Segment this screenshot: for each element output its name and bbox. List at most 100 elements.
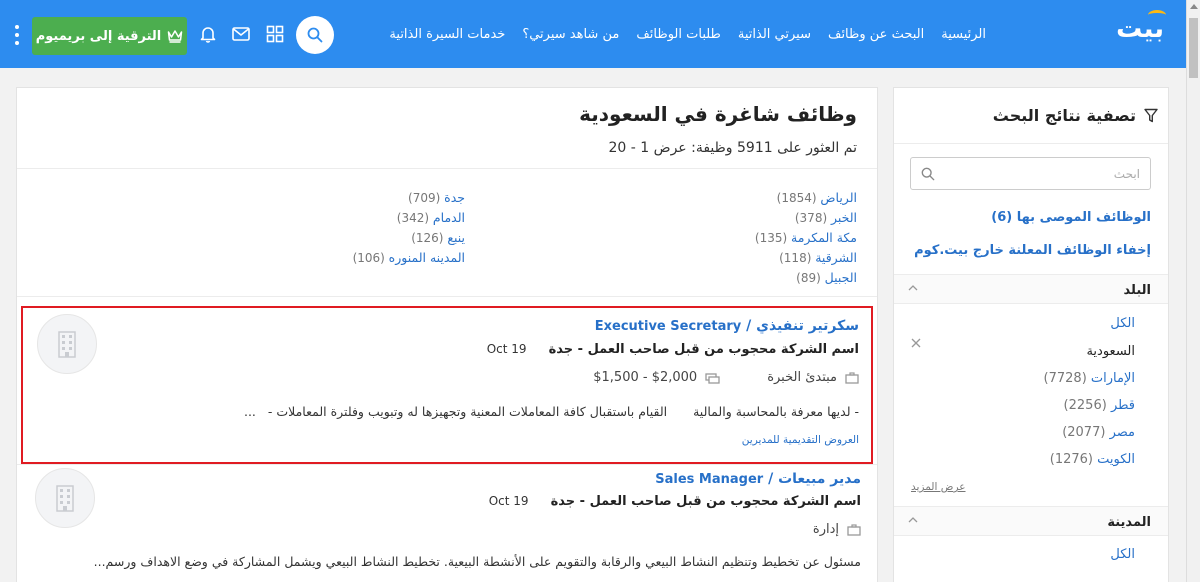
company-location: اسم الشركة محجوب من قبل صاحب العمل - جدة — [548, 342, 859, 357]
country-filter-label: البلد — [1123, 283, 1151, 298]
clear-filter-close-icon[interactable] — [910, 337, 922, 349]
city-item[interactable]: المدينه المنوره (106) — [353, 248, 465, 268]
scroll-up-arrow-icon[interactable] — [1190, 4, 1198, 9]
page-scrollbar[interactable] — [1186, 0, 1200, 582]
country-option-qatar[interactable]: قطر (2256) — [1064, 398, 1135, 413]
grid-icon — [266, 25, 284, 43]
country-name[interactable]: الكويت — [1097, 452, 1135, 467]
notifications-button[interactable] — [198, 24, 218, 44]
search-button[interactable] — [296, 16, 334, 54]
job-title-ar[interactable]: مدير مبيعات — [778, 471, 861, 487]
city-item[interactable]: الدمام (342) — [353, 208, 465, 228]
filter-icon — [1144, 108, 1158, 123]
city-filter-label: المدينة — [1107, 515, 1151, 530]
top-navbar: بيت الرئيسية البحث عن وظائف سيرتي الذاتي… — [0, 0, 1186, 68]
crown-icon — [168, 30, 183, 43]
job-title-en[interactable]: Executive Secretary — [595, 319, 742, 334]
nav-link-applications[interactable]: طلبات الوظائف — [636, 27, 721, 42]
page-title: وظائف شاغرة في السعودية — [579, 102, 857, 126]
city-option-all[interactable]: الكل — [1110, 547, 1135, 562]
nav-link-job-search[interactable]: البحث عن وظائف — [828, 27, 924, 42]
job-desc-point-1: لديها معرفة بالمحاسبة والمالية — [693, 404, 851, 419]
city-link[interactable]: الجبيل — [825, 270, 857, 285]
show-more-countries-link[interactable]: عرض المزيد — [911, 481, 966, 493]
nav-link-cv-services[interactable]: خدمات السيرة الذاتية — [389, 27, 505, 42]
city-link[interactable]: الشرقية — [815, 250, 857, 265]
building-icon — [58, 331, 76, 358]
job-card-sales-manager[interactable]: مدير مبيعات / Sales Manager اسم الشركة م… — [21, 464, 873, 582]
recommended-jobs-link[interactable]: الوظائف الموصى بها (6) — [991, 210, 1151, 225]
bell-icon — [200, 27, 216, 43]
city-link[interactable]: الخبر — [831, 210, 857, 225]
results-panel: وظائف شاغرة في السعودية تم العثور على 59… — [16, 87, 878, 582]
city-count: (378) — [794, 211, 828, 225]
city-link[interactable]: مكة المكرمة — [791, 230, 857, 245]
bayt-logo[interactable]: بيت — [1116, 10, 1166, 44]
job-related-link[interactable]: العروض التقديمية للمديرين — [742, 434, 859, 446]
city-count: (709) — [408, 191, 441, 205]
company-logo — [35, 468, 95, 528]
messages-button[interactable] — [231, 24, 251, 44]
city-link[interactable]: الرياض — [820, 190, 857, 205]
sidebar-divider — [894, 143, 1168, 144]
header-divider — [17, 168, 877, 169]
nav-link-who-viewed-cv[interactable]: من شاهد سيرتي؟ — [522, 27, 619, 42]
job-title[interactable]: مدير مبيعات / Sales Manager — [655, 471, 861, 487]
city-link[interactable]: المدينه المنوره — [389, 250, 465, 265]
job-card-executive-secretary[interactable]: سكرتير تنفيذي / Executive Secretary اسم … — [21, 306, 873, 464]
city-item[interactable]: الخبر (378) — [755, 208, 857, 228]
job-title-ar[interactable]: سكرتير تنفيذي — [756, 318, 859, 334]
country-name[interactable]: الإمارات — [1091, 371, 1135, 386]
logo-swoosh-icon — [1148, 10, 1166, 20]
filter-search-input[interactable]: ابحث — [910, 157, 1151, 190]
chevron-up-icon[interactable] — [908, 283, 918, 293]
job-description: - لديها معرفة بالمحاسبة والمالية القيام … — [243, 404, 859, 419]
nav-link-home[interactable]: الرئيسية — [941, 27, 986, 42]
company-logo — [37, 314, 97, 374]
city-item[interactable]: الرياض (1854) — [755, 188, 857, 208]
envelope-icon — [232, 27, 250, 41]
country-name: السعودية — [1086, 344, 1135, 359]
city-count: (118) — [779, 251, 812, 265]
country-name[interactable]: مصر — [1110, 425, 1135, 440]
briefcase-icon — [845, 371, 859, 384]
job-title[interactable]: سكرتير تنفيذي / Executive Secretary — [595, 318, 859, 334]
more-menu-button[interactable] — [14, 25, 20, 45]
job-salary: $1,500 - $2,000 — [593, 370, 698, 385]
country-count: (7728) — [1043, 371, 1087, 386]
job-date: Oct 19 — [486, 342, 527, 356]
country-option-all[interactable]: الكل — [1110, 316, 1135, 331]
job-desc-point-2: القيام باستقبال كافة المعاملات المعنية و… — [276, 404, 668, 419]
city-item[interactable]: الشرقية (118) — [755, 248, 857, 268]
country-option-kuwait[interactable]: الكويت (1276) — [1050, 452, 1135, 467]
scrollbar-thumb[interactable] — [1189, 18, 1198, 78]
country-name[interactable]: الكل — [1110, 316, 1135, 331]
city-item[interactable]: جدة (709) — [353, 188, 465, 208]
job-title-en[interactable]: Sales Manager — [655, 472, 763, 487]
hide-external-jobs-link[interactable]: إخفاء الوظائف المعلنة خارج بيت.كوم — [914, 243, 1151, 258]
city-item[interactable]: مكة المكرمة (135) — [755, 228, 857, 248]
city-link[interactable]: الدمام — [433, 210, 465, 225]
country-filter-header[interactable]: البلد — [894, 274, 1168, 304]
country-option-uae[interactable]: الإمارات (7728) — [1044, 371, 1135, 386]
job-category: إدارة — [812, 522, 839, 537]
nav-link-my-cv[interactable]: سيرتي الذاتية — [738, 27, 811, 42]
country-count: (1276) — [1049, 452, 1093, 467]
city-item[interactable]: ينبع (126) — [353, 228, 465, 248]
city-count: (89) — [796, 271, 821, 285]
city-item[interactable]: الجبيل (89) — [755, 268, 857, 288]
filter-search-placeholder: ابحث — [1113, 166, 1140, 181]
city-link[interactable]: ينبع — [447, 230, 465, 245]
country-name[interactable]: قطر — [1111, 398, 1135, 413]
apps-button[interactable] — [265, 24, 285, 44]
city-filter-header[interactable]: المدينة — [894, 506, 1168, 536]
job-meta: إدارة — [813, 522, 861, 537]
upgrade-premium-button[interactable]: الترقية إلى بريميوم — [32, 17, 187, 55]
country-option-egypt[interactable]: مصر (2077) — [1062, 425, 1135, 440]
search-icon — [307, 27, 323, 43]
job-meta: مبتدئ الخبرة $1,500 - $2,000 — [593, 370, 859, 385]
filters-title: تصفية نتائج البحث — [993, 106, 1158, 125]
chevron-up-icon[interactable] — [908, 515, 918, 525]
city-link[interactable]: جدة — [444, 190, 465, 205]
results-count: تم العثور على 5911 وظيفة: عرض 1 - 20 — [608, 140, 858, 156]
